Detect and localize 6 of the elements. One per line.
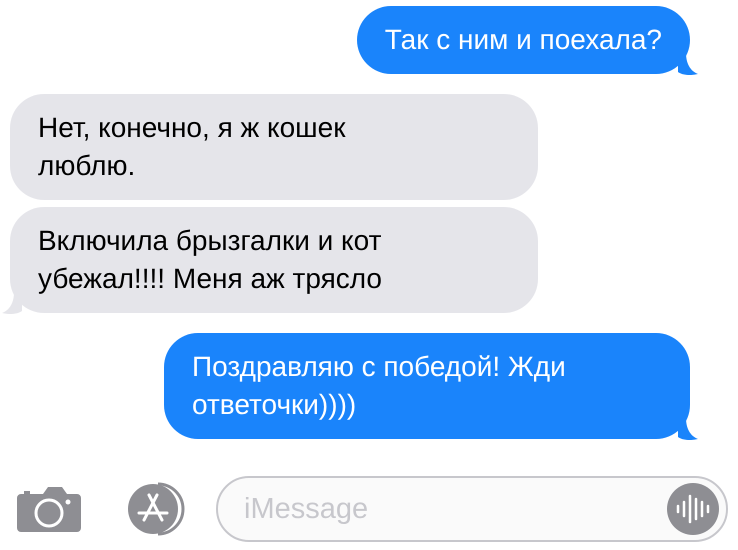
message-bubble: Поздравляю с победой! Жди ответочки)))) bbox=[164, 333, 690, 439]
message-bubble: Нет, конечно, я ж кошек люблю. bbox=[10, 94, 538, 200]
audio-waveform-icon[interactable] bbox=[666, 482, 720, 536]
message-bubble: Так с ним и поехала? bbox=[356, 6, 690, 74]
camera-icon[interactable] bbox=[16, 484, 82, 534]
message-bubble: Включила брызгалки и кот убежал!!!! Меня аж трясло bbox=[10, 207, 538, 313]
